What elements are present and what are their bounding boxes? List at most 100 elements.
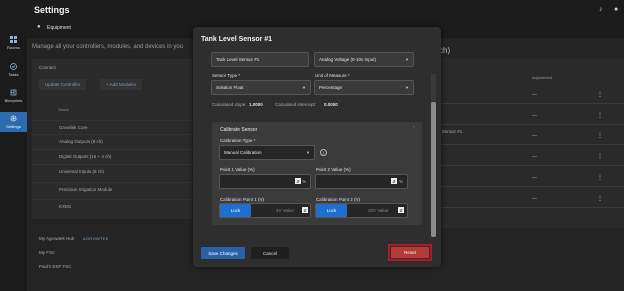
kebab-menu-icon[interactable]: ⋮ <box>597 195 603 202</box>
sensor-type-label: Sensor Type * <box>212 73 241 78</box>
adjustment-value: — <box>532 113 537 119</box>
sidebar-item-rooms[interactable]: Rooms <box>0 33 27 53</box>
table-row[interactable]: Analog Outputs (8 ch) <box>32 134 194 148</box>
row-label: EXM1 <box>59 204 72 209</box>
check-circle-icon <box>10 63 17 70</box>
name-column-header: Name <box>58 107 69 112</box>
adjustment-value: — <box>532 133 537 139</box>
list-item[interactable]: Paul's ESP FSC <box>39 264 72 269</box>
row-divider <box>436 144 624 145</box>
save-changes-button[interactable]: Save Changes <box>201 247 245 259</box>
kebab-menu-icon[interactable]: ⋮ <box>597 132 603 139</box>
sensor-type-value: Solution Float <box>216 85 244 90</box>
channel-panel <box>436 58 624 228</box>
info-icon[interactable]: i <box>320 149 327 156</box>
percent-unit: % <box>399 179 404 184</box>
sidebar-item-settings[interactable]: Settings <box>0 112 27 132</box>
sidebar: Rooms Tasks Blueprints Settings <box>0 0 27 291</box>
calibration-point1-label: Calibration Point 1 (V) <box>220 197 265 202</box>
reset-button[interactable]: Reset <box>391 247 429 258</box>
adjustment-column-header: Adjustment <box>532 75 553 80</box>
point1-volt-stepper[interactable]: ⇵ <box>302 207 308 213</box>
table-row[interactable]: Digital Outputs (16 + 4 ch) <box>32 149 194 163</box>
kebab-menu-icon[interactable]: ⋮ <box>597 112 603 119</box>
kebab-menu-icon[interactable]: ⋮ <box>597 174 603 181</box>
breadcrumb[interactable]: Equipment <box>47 25 71 31</box>
row-label: Analog Outputs (8 ch) <box>59 139 103 144</box>
grid-icon <box>10 36 17 43</box>
unit-select[interactable]: Percentage ▼ <box>314 80 414 95</box>
row-divider <box>436 165 624 166</box>
adjustment-value: — <box>532 175 537 181</box>
sidebar-item-blueprints[interactable]: Blueprints <box>0 86 27 106</box>
modal-scrollbar[interactable] <box>431 74 436 237</box>
gear-icon <box>10 115 17 122</box>
calibration-type-select[interactable]: Manual Calibration ▼ <box>219 145 315 160</box>
unit-label: Unit of Measure * <box>315 73 350 78</box>
intercept-label: Calculated intercept: <box>275 102 317 107</box>
bell-icon[interactable]: ♪ <box>599 6 603 13</box>
adjustment-value: — <box>532 154 537 160</box>
chevron-down-icon: ▼ <box>405 57 409 62</box>
sidebar-item-label: Settings <box>6 124 21 129</box>
table-row[interactable]: Universal Inputs (8 ch) <box>32 164 194 178</box>
page-description: Manage all your controllers, modules, an… <box>32 44 184 50</box>
input-type-value: Analog Voltage (0-10v Input) <box>319 57 377 62</box>
intercept-value: 0.0000 <box>324 102 338 107</box>
chevron-down-icon: ▼ <box>306 150 310 155</box>
sensor-name-input[interactable]: Tank Level Sensor #1 <box>211 52 309 67</box>
lock-point1-button[interactable]: Lock <box>220 204 251 217</box>
chevron-down-icon: ▼ <box>405 85 409 90</box>
lock-point2-button[interactable]: Lock <box>316 204 347 217</box>
row-label: Digital Outputs (16 + 4 ch) <box>59 154 112 159</box>
calibration-type-value: Manual Calibration <box>224 150 262 155</box>
update-controller-button[interactable]: Update Controller <box>39 79 87 90</box>
point1-volt-value: 4V Value <box>276 208 294 213</box>
kebab-menu-icon[interactable]: ⋮ <box>597 153 603 160</box>
point2-label: Point 2 Value (%) <box>316 167 351 172</box>
calibration-point2-label: Calibration Point 2 (V) <box>316 197 361 202</box>
calibrate-section: Calibrate Sensor ⌃ Calibration Type * Ma… <box>212 122 422 225</box>
calibration-type-label: Calibration Type * <box>220 138 256 143</box>
cancel-button[interactable]: Cancel <box>251 247 289 259</box>
row-divider <box>436 124 624 125</box>
row-label: Precision Irrigation Module <box>59 187 113 192</box>
calibrate-title: Calibrate Sensor <box>220 127 258 133</box>
slope-label: Calculated slope: <box>212 102 247 107</box>
percent-unit: % <box>302 179 307 184</box>
slope-value: 1.0000 <box>249 102 263 107</box>
sidebar-item-tasks[interactable]: Tasks <box>0 60 27 80</box>
blueprint-icon <box>10 89 17 96</box>
list-item[interactable]: My Agrowtek Hub <box>39 236 74 241</box>
table-row[interactable]: Growlink Core <box>32 120 194 134</box>
point1-label: Point 1 Value (%) <box>220 167 255 172</box>
chevron-up-icon[interactable]: ⌃ <box>412 126 416 132</box>
reset-button-highlight: Reset <box>388 244 432 261</box>
sidebar-item-label: Tasks <box>8 72 19 77</box>
point2-stepper[interactable]: ⇵ <box>391 178 397 184</box>
kebab-menu-icon[interactable]: ⋮ <box>597 91 603 98</box>
user-icon[interactable]: ● <box>614 6 618 13</box>
row-divider <box>436 207 624 208</box>
adjustment-value: — <box>532 196 537 202</box>
sidebar-item-label: Rooms <box>7 45 20 50</box>
sidebar-item-label: Blueprints <box>4 98 23 103</box>
scrollbar-thumb[interactable] <box>431 102 436 237</box>
add-modules-button[interactable]: + Add Modules <box>100 79 142 90</box>
row-label: Growlink Core <box>59 125 88 130</box>
unit-value: Percentage <box>319 85 343 90</box>
sensor-type-select[interactable]: Solution Float ▼ <box>211 80 311 95</box>
table-row[interactable]: Precision Irrigation Module <box>32 182 194 196</box>
point2-volt-stepper[interactable]: ⇵ <box>398 207 404 213</box>
point1-stepper[interactable]: ⇵ <box>295 178 301 184</box>
location-pin-icon: ● <box>37 24 41 30</box>
row-divider <box>436 103 624 104</box>
input-type-select[interactable]: Analog Voltage (0-10v Input) ▼ <box>314 52 414 67</box>
adjustment-value: — <box>532 92 537 98</box>
table-row[interactable]: EXM1 <box>32 199 194 213</box>
connect-label: Connect <box>39 65 56 70</box>
row-label: Universal Inputs (8 ch) <box>59 169 105 174</box>
point2-volt-value: 30V Value <box>368 208 389 213</box>
agrowtek-logo: AGROWTEK <box>83 236 109 241</box>
list-item[interactable]: My FSC <box>39 250 55 255</box>
